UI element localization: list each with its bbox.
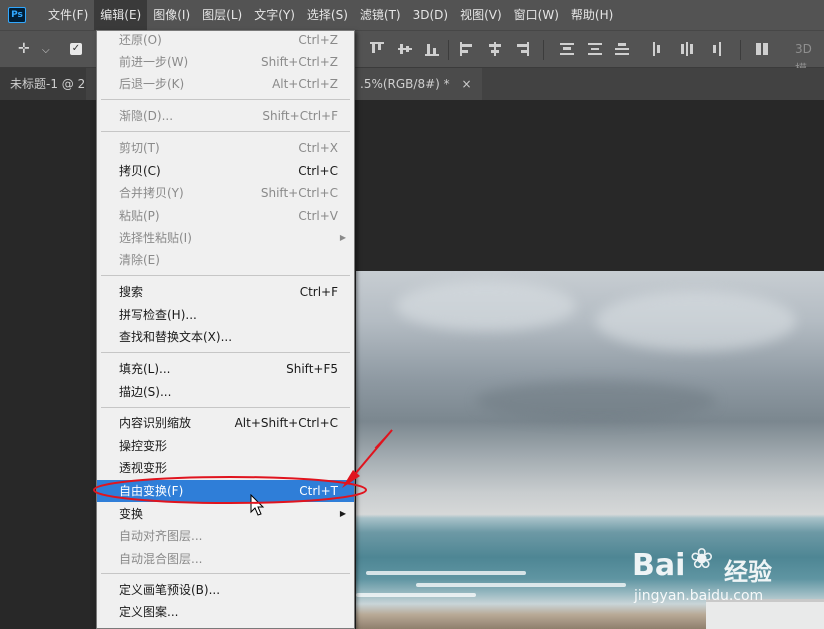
watermark-url: jingyan.baidu.com (634, 588, 764, 604)
menu-separator (101, 407, 350, 408)
menu-image[interactable]: 图像(I) (147, 0, 196, 30)
chevron-down-icon[interactable]: ⌵ (42, 41, 50, 61)
menu-file[interactable]: 文件(F) (42, 0, 94, 30)
menu-separator (101, 352, 350, 353)
watermark-brand: Bai (632, 548, 686, 583)
menu-define-brush[interactable]: 定义画笔预设(B)... (97, 579, 354, 601)
menu-fill[interactable]: 填充(L)... Shift+F5 (97, 358, 354, 380)
menu-separator (101, 131, 350, 132)
menu-separator (101, 99, 350, 100)
tab-untitled[interactable]: 未标题-1 @ 25 (0, 68, 86, 100)
tab-photo[interactable]: .5%(RGB/8#) * × (350, 68, 482, 100)
menu-spell-check[interactable]: 拼写检查(H)... (97, 304, 354, 326)
baidu-watermark: Bai ❀ 经验 jingyan.baidu.com (632, 536, 822, 608)
menu-separator (101, 573, 350, 574)
align-hcenter-icon[interactable] (488, 41, 502, 57)
menu-type[interactable]: 文字(Y) (248, 0, 301, 30)
distribute-hcenter-icon[interactable] (680, 41, 694, 57)
align-right-icon[interactable] (515, 41, 529, 57)
menu-undo[interactable]: 还原(O) Ctrl+Z (97, 31, 354, 51)
submenu-arrow-icon: ▶ (339, 509, 346, 518)
menu-edit[interactable]: 编辑(E) (94, 0, 148, 30)
separator (740, 40, 741, 60)
close-icon[interactable]: × (461, 77, 471, 91)
menu-transform[interactable]: 变换 ▶ (97, 503, 354, 525)
edit-dropdown-menu: 还原(O) Ctrl+Z 前进一步(W) Shift+Ctrl+Z 后退一步(K) A… (96, 30, 355, 629)
menu-3d[interactable]: 3D(D) (407, 0, 454, 30)
menu-select[interactable]: 选择(S) (301, 0, 354, 30)
watermark-text: 经验 (724, 558, 772, 586)
distribute-top-icon[interactable] (560, 41, 574, 57)
menu-auto-blend-layers[interactable]: 自动混合图层... (97, 548, 354, 570)
menu-window[interactable]: 窗口(W) (508, 0, 565, 30)
menu-step-backward[interactable]: 后退一步(K) Alt+Ctrl+Z (97, 73, 354, 95)
move-tool-icon[interactable]: ✛ (18, 39, 30, 59)
distribute-vcenter-icon[interactable] (588, 41, 602, 57)
distribute-right-icon[interactable] (708, 41, 722, 57)
separator (448, 40, 449, 60)
align-bottom-icon[interactable] (425, 41, 439, 57)
submenu-arrow-icon: ▶ (339, 233, 346, 242)
separator (543, 40, 544, 60)
align-top-icon[interactable] (370, 41, 384, 57)
distribute-left-icon[interactable] (652, 41, 666, 57)
distribute-bottom-icon[interactable] (615, 41, 629, 57)
mouse-cursor-icon (250, 494, 265, 516)
menu-clear[interactable]: 清除(E) (97, 249, 354, 271)
menu-search[interactable]: 搜索 Ctrl+F (97, 281, 354, 303)
menu-define-pattern[interactable]: 定义图案... (97, 601, 354, 623)
menu-help[interactable]: 帮助(H) (565, 0, 619, 30)
menu-fade[interactable]: 渐隐(D)... Shift+Ctrl+F (97, 105, 354, 127)
menu-puppet-warp[interactable]: 操控变形 (97, 435, 354, 457)
photoshop-logo: Ps (8, 7, 26, 23)
menu-paste-special[interactable]: 选择性粘贴(I) ▶ (97, 227, 354, 249)
paw-icon: ❀ (690, 542, 714, 575)
auto-align-icon[interactable] (755, 41, 769, 57)
menu-perspective-warp[interactable]: 透视变形 (97, 457, 354, 479)
menu-free-transform[interactable]: 自由变换(F) Ctrl+T (97, 480, 354, 502)
menu-cut[interactable]: 剪切(T) Ctrl+X (97, 137, 354, 159)
menu-bar: Ps 文件(F) 编辑(E) 图像(I) 图层(L) 文字(Y) 选择(S) 滤… (0, 0, 824, 30)
tab-photo-label: .5%(RGB/8#) * (360, 77, 450, 91)
menu-paste[interactable]: 粘贴(P) Ctrl+V (97, 205, 354, 227)
menu-step-forward[interactable]: 前进一步(W) Shift+Ctrl+Z (97, 51, 354, 73)
menu-content-aware-scale[interactable]: 内容识别缩放 Alt+Shift+Ctrl+C (97, 412, 354, 434)
menu-filter[interactable]: 滤镜(T) (354, 0, 407, 30)
align-vcenter-icon[interactable] (398, 41, 412, 57)
menu-copy-merged[interactable]: 合并拷贝(Y) Shift+Ctrl+C (97, 182, 354, 204)
menu-stroke[interactable]: 描边(S)... (97, 381, 354, 403)
auto-select-checkbox[interactable]: ✓ (70, 43, 82, 55)
menu-find-replace[interactable]: 查找和替换文本(X)... (97, 326, 354, 348)
menu-auto-align-layers[interactable]: 自动对齐图层... (97, 525, 354, 547)
menu-layer[interactable]: 图层(L) (196, 0, 248, 30)
menu-view[interactable]: 视图(V) (454, 0, 508, 30)
menu-separator (101, 275, 350, 276)
menu-copy[interactable]: 拷贝(C) Ctrl+C (97, 160, 354, 182)
align-left-icon[interactable] (460, 41, 474, 57)
